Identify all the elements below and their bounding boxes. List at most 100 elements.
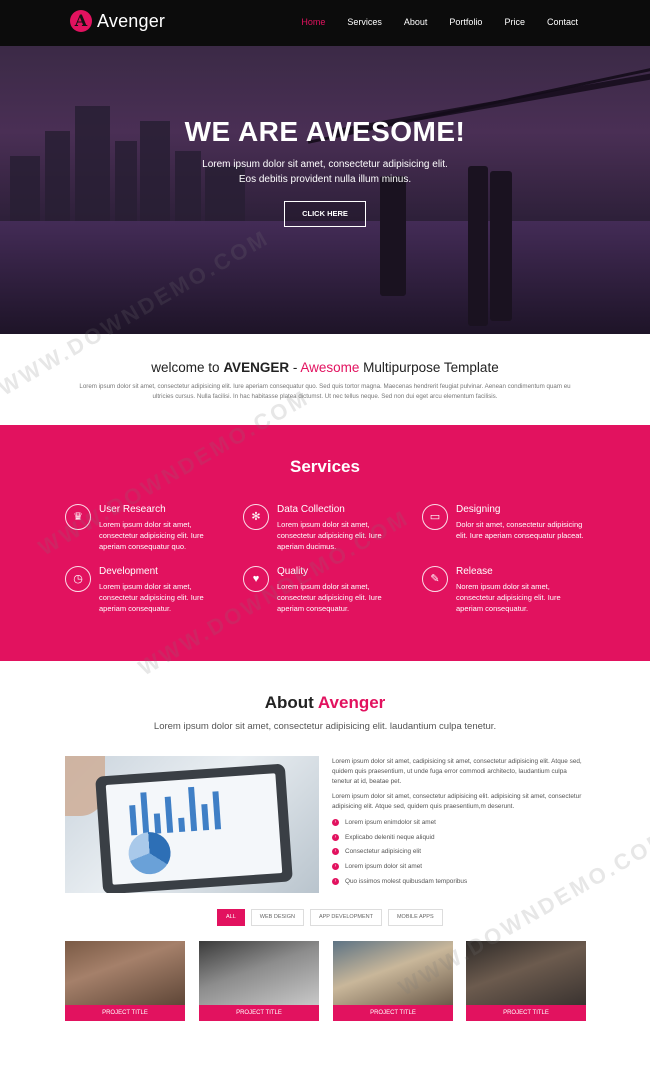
arrow-bullet-icon: ›: [332, 833, 339, 841]
portfolio-filters: ALL WEB DESIGN APP DEVELOPMENT MOBILE AP…: [217, 909, 449, 926]
tablet-chart-bar: [178, 817, 186, 833]
arrow-bullet-icon: ›: [332, 848, 339, 856]
about-feature-list: › Lorem ipsum enimdolor sit amet › Explica…: [332, 818, 582, 891]
hero-subtitle-line: Eos debitis provident nulla illum minus.: [238, 174, 412, 185]
about-tablet-image: [65, 756, 319, 893]
tablet-chart-bar: [188, 786, 198, 832]
heart-icon: ♥: [243, 566, 269, 592]
welcome-brand: AVENGER: [223, 360, 290, 375]
hero-subtitle-line: Lorem ipsum dolor sit amet, consectetur …: [202, 159, 448, 170]
hero-city-skyline: [0, 86, 260, 226]
brand-logo-letter: A: [74, 11, 88, 30]
welcome-suffix: Multipurpose Template: [359, 360, 499, 375]
arrow-bullet-icon: ›: [332, 863, 339, 871]
tablet-pie-chart: [127, 830, 172, 876]
project-title: PROJECT TITLE: [65, 1005, 185, 1021]
tablet-chart-bar: [212, 791, 222, 830]
service-text: Dolor sit amet, consectetur adipisicing …: [456, 520, 584, 540]
welcome-prefix: welcome to: [151, 360, 224, 375]
filter-mobile-apps[interactable]: MOBILE APPS: [387, 909, 443, 926]
tablet-chart-bar: [201, 804, 210, 831]
brand-name: Avenger: [97, 10, 166, 31]
nav-link-contact[interactable]: Contact: [547, 17, 578, 27]
welcome-heading: welcome to AVENGER - Awesome Multipurpos…: [0, 360, 650, 375]
about-list-text: Lorem ipsum enimdolor sit amet: [345, 819, 436, 826]
about-tablet: [95, 763, 293, 893]
welcome-highlight: Awesome: [300, 360, 360, 375]
about-paragraph: Lorem ipsum dolor sit amet, cadipisicing…: [332, 758, 582, 785]
hero-pillar: [490, 171, 512, 321]
about-list-text: Lorem ipsum dolor sit amet: [345, 863, 423, 871]
service-title: Designing: [456, 504, 501, 515]
about-list-item: › Consectetur adipisicing elit: [332, 847, 582, 862]
hero-pillar: [468, 166, 488, 326]
project-card[interactable]: PROJECT TITLE: [65, 941, 185, 1021]
nav-link-price[interactable]: Price: [504, 17, 525, 27]
hero-pillar: [380, 176, 406, 296]
hero-subtitle: Lorem ipsum dolor sit amet, consectetur …: [0, 157, 650, 187]
navbar: A Avenger Home Services About Portfolio …: [0, 0, 650, 46]
wand-icon: ✎: [422, 566, 448, 592]
welcome-text: Lorem ipsum dolor sit amet, consectetur …: [79, 383, 571, 400]
tablet-chart-bar: [129, 805, 138, 836]
service-title: User Research: [99, 504, 166, 515]
click-here-button[interactable]: CLICK HERE: [284, 201, 366, 227]
tablet-chart-bar: [153, 813, 162, 834]
avenger-logo-icon: A: [70, 10, 92, 32]
nav-menu: Home Services About Portfolio Price Cont…: [279, 17, 578, 27]
project-image-desk: [65, 941, 185, 1005]
service-text: Lorem ipsum dolor sit amet, consectetur …: [277, 520, 382, 551]
service-text: Lorem ipsum dolor sit amet, consectetur …: [99, 520, 204, 551]
service-title: Quality: [277, 566, 309, 577]
service-text: Lorem ipsum dolor sit amet, consectetur …: [277, 582, 382, 613]
trophy-icon: ♛: [65, 504, 91, 530]
project-card[interactable]: PROJECT TITLE: [466, 941, 586, 1021]
about-title-highlight: Avenger: [317, 693, 386, 712]
about-list-item: › Quo issimos molest quibusdam temporibus: [332, 877, 582, 892]
tablet-chart-bar: [164, 796, 174, 833]
nav-link-portfolio[interactable]: Portfolio: [449, 17, 482, 27]
about-list-text: Consectetur adipisicing elit: [345, 848, 422, 856]
project-title: PROJECT TITLE: [333, 1005, 453, 1021]
project-card[interactable]: PROJECT TITLE: [199, 941, 319, 1021]
hero-banner: WE ARE AWESOME! Lorem ipsum dolor sit am…: [0, 46, 650, 334]
about-list-text: Explicabo deleniti neque aliquid: [345, 833, 435, 841]
hero-title: WE ARE AWESOME!: [184, 116, 466, 147]
about-title: About Avenger: [0, 693, 650, 713]
filter-app-development[interactable]: APP DEVELOPMENT: [309, 909, 382, 926]
service-title: Data Collection: [277, 504, 345, 515]
project-image-laptop: [466, 941, 586, 1005]
project-title: PROJECT TITLE: [199, 1005, 319, 1021]
filter-web-design[interactable]: WEB DESIGN: [250, 909, 304, 926]
services-section: Services ♛ User Research Lorem ipsum dol…: [0, 425, 650, 661]
about-list-text: Quo issimos molest quibusdam temporibus: [345, 877, 468, 885]
service-text: Lorem ipsum dolor sit amet, consectetur …: [99, 582, 204, 613]
arrow-bullet-icon: ›: [332, 819, 339, 826]
project-card[interactable]: PROJECT TITLE: [333, 941, 453, 1021]
tablet-chart-bar: [140, 792, 150, 835]
arrow-bullet-icon: ›: [332, 877, 339, 885]
about-subtitle: Lorem ipsum dolor sit amet, consectetur …: [153, 721, 497, 732]
project-image-keyboard: [199, 941, 319, 1005]
clock-icon: ◷: [65, 566, 91, 592]
about-list-item: › Lorem ipsum dolor sit amet: [332, 862, 582, 877]
laptop-icon: ▭: [422, 504, 448, 530]
about-title-main: About: [264, 693, 318, 712]
about-paragraph: Lorem ipsum dolor sit amet, consectetur …: [332, 793, 582, 810]
welcome-dash: -: [289, 360, 301, 375]
about-list-item: › Lorem ipsum enimdolor sit amet: [332, 818, 582, 833]
brand[interactable]: A Avenger: [70, 10, 165, 32]
nav-link-services[interactable]: Services: [347, 17, 382, 27]
project-title: PROJECT TITLE: [466, 1005, 586, 1021]
tablet-screen: [105, 773, 283, 885]
nav-link-home[interactable]: Home: [301, 17, 325, 27]
services-title: Services: [290, 457, 360, 476]
service-title: Release: [456, 566, 493, 577]
hero-water: [0, 221, 650, 334]
service-title: Development: [99, 566, 158, 577]
project-image-coffee: [333, 941, 453, 1005]
about-list-item: › Explicabo deleniti neque aliquid: [332, 833, 582, 848]
filter-all[interactable]: ALL: [217, 909, 245, 926]
nav-link-about[interactable]: About: [404, 17, 428, 27]
service-text: Norem ipsum dolor sit amet, consectetur …: [456, 582, 561, 613]
